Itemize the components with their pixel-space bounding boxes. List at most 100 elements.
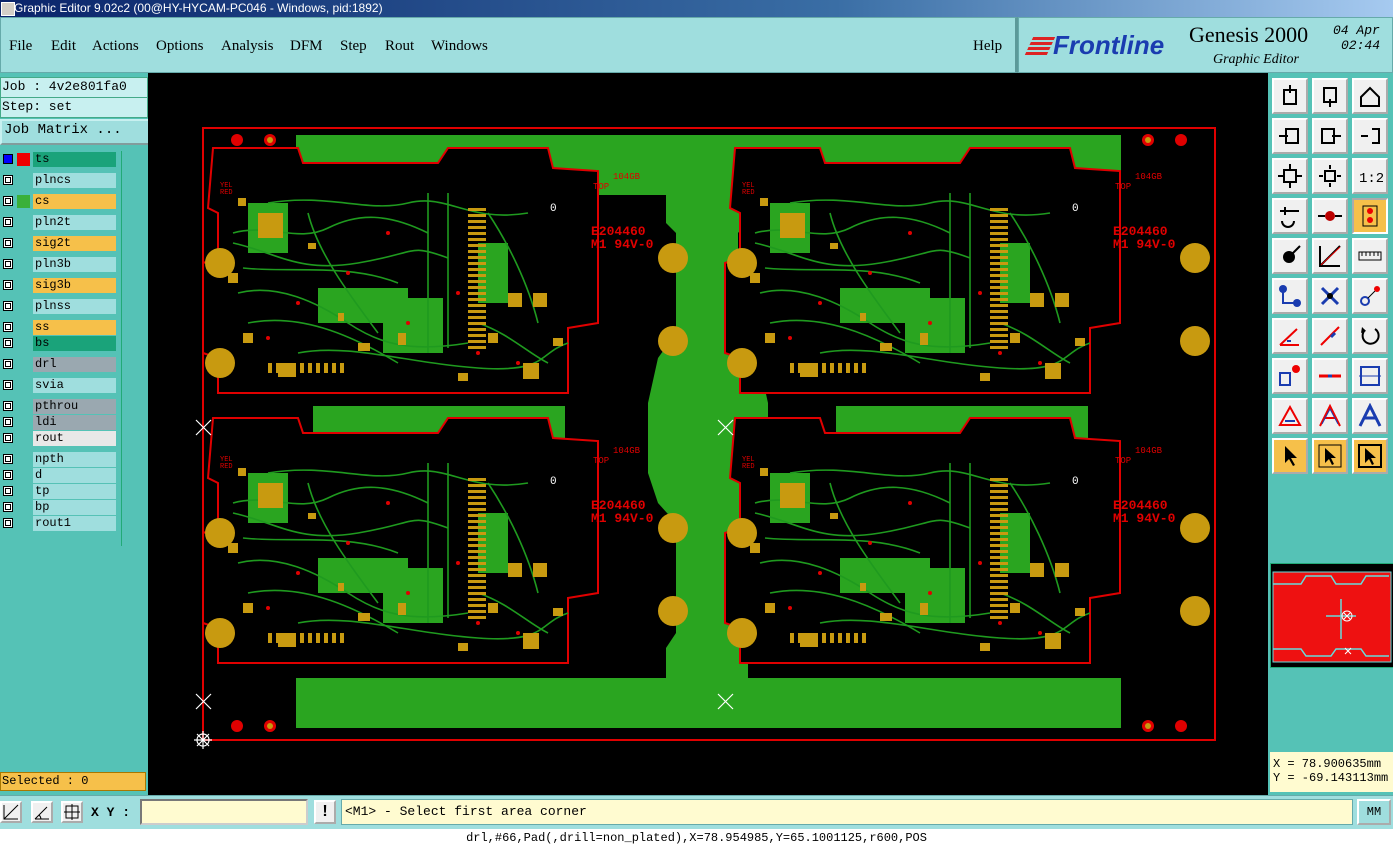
connect-nodes-button[interactable] [1272, 278, 1308, 314]
draw-line-button[interactable] [1312, 238, 1348, 274]
layer-row-pthrou[interactable]: pthrou [0, 398, 120, 415]
layer-checkbox[interactable] [3, 338, 13, 348]
distance-button[interactable] [1352, 358, 1388, 394]
layer-checkbox[interactable] [3, 433, 13, 443]
bus-pad [862, 363, 866, 373]
layer-row-sig3b[interactable]: sig3b [0, 277, 120, 294]
move-up-button[interactable] [1272, 78, 1308, 114]
layer-row-drl[interactable]: drl [0, 356, 120, 373]
pointer-button[interactable] [1272, 438, 1308, 474]
layer-checkbox[interactable] [3, 217, 13, 227]
layer-row-ss[interactable]: ss [0, 319, 120, 336]
layer-row-ts[interactable]: ts [0, 151, 120, 168]
menu-rout[interactable]: Rout [385, 38, 414, 55]
triangle-select-button[interactable] [1272, 398, 1308, 434]
layer-row-plnss[interactable]: plnss [0, 298, 120, 315]
graphic-canvas[interactable]: E204460 M1 94V-0 E204460 M1 94V-0 E20446… [148, 73, 1268, 795]
snap-mode-icon[interactable] [0, 801, 22, 823]
alert-button[interactable]: ! [314, 800, 336, 824]
layer-checkbox[interactable] [3, 280, 13, 290]
pan-tool-icon [1318, 211, 1342, 221]
layer-row-ldi[interactable]: ldi [0, 414, 120, 431]
layer-checkbox[interactable] [3, 380, 13, 390]
menu-dfm[interactable]: DFM [290, 38, 323, 55]
layer-checkbox[interactable] [3, 470, 13, 480]
pointer-frame-button[interactable] [1352, 438, 1388, 474]
move-point-button[interactable] [1352, 278, 1388, 314]
layer-checkbox[interactable] [3, 518, 13, 528]
ruler-button[interactable] [1352, 238, 1388, 274]
grid-icon[interactable] [61, 801, 83, 823]
menu-actions[interactable]: Actions [92, 38, 139, 55]
pointer-box-button[interactable] [1312, 438, 1348, 474]
layer-checkbox[interactable] [3, 322, 13, 332]
layer-checkbox[interactable] [3, 401, 13, 411]
filled-select-button[interactable] [1352, 398, 1388, 434]
rotate-button[interactable] [1352, 318, 1388, 354]
swap-button[interactable] [1352, 118, 1388, 154]
job-matrix-button[interactable]: Job Matrix ... [0, 119, 151, 145]
angle-mode-icon[interactable] [31, 801, 53, 823]
layer-row-pln3b[interactable]: pln3b [0, 256, 120, 273]
horizontal-line-button[interactable] [1312, 358, 1348, 394]
bus-pad [284, 633, 288, 643]
bus-pad [468, 232, 486, 235]
move-left-button[interactable] [1272, 118, 1308, 154]
layer-checkbox[interactable] [3, 486, 13, 496]
app-icon[interactable] [1, 2, 15, 16]
layer-row-svia[interactable]: svia [0, 377, 120, 394]
layer-row-sig2t[interactable]: sig2t [0, 235, 120, 252]
zero-marker-3: 0 [550, 476, 557, 488]
layer-row-rout[interactable]: rout [0, 430, 120, 447]
pan-tool-button[interactable] [1312, 198, 1348, 234]
layer-name: ts [33, 152, 116, 167]
layer-row-pln2t[interactable]: pln2t [0, 214, 120, 231]
move-right-button[interactable] [1312, 118, 1348, 154]
menu-windows[interactable]: Windows [431, 38, 488, 55]
zoom-center-button[interactable] [1312, 158, 1348, 194]
layer-row-bp[interactable]: bp [0, 499, 120, 516]
layer-checkbox[interactable] [3, 417, 13, 427]
xy-input[interactable] [140, 799, 308, 825]
menu-file[interactable]: File [9, 38, 32, 55]
layer-row-d[interactable]: d [0, 467, 120, 484]
layer-row-plncs[interactable]: plncs [0, 172, 120, 189]
angle-button[interactable] [1272, 318, 1308, 354]
display-color-swatch[interactable] [17, 153, 30, 166]
pick-point-button[interactable] [1272, 358, 1308, 394]
move-down-button[interactable] [1312, 78, 1348, 114]
menu-help[interactable]: Help [973, 38, 1002, 55]
pcb-drawing[interactable]: E204460 M1 94V-0 E204460 M1 94V-0 E20446… [148, 73, 1268, 795]
layer-view-button[interactable] [1352, 198, 1388, 234]
home-button[interactable] [1352, 78, 1388, 114]
settings-tool-button[interactable] [1272, 198, 1308, 234]
layer-list: ts plncs cs pln2t sig2t pln3b sig3b plnss ss bs dr… [0, 151, 122, 546]
layer-row-tp[interactable]: tp [0, 483, 120, 500]
menu-step[interactable]: Step [340, 38, 367, 55]
layer-checkbox[interactable] [3, 196, 13, 206]
snap-point-button[interactable] [1272, 238, 1308, 274]
layer-row-npth[interactable]: npth [0, 451, 120, 468]
layer-checkbox[interactable] [3, 259, 13, 269]
layer-checkbox[interactable] [3, 301, 13, 311]
layer-checkbox[interactable] [3, 359, 13, 369]
menu-edit[interactable]: Edit [51, 38, 76, 55]
layer-row-rout1[interactable]: rout1 [0, 515, 120, 532]
layer-row-bs[interactable]: bs [0, 335, 120, 352]
menu-analysis[interactable]: Analysis [221, 38, 274, 55]
bus-pad [300, 633, 304, 643]
units-button[interactable]: MM [1357, 799, 1391, 825]
layer-checkbox[interactable] [3, 238, 13, 248]
layer-checkbox[interactable] [3, 502, 13, 512]
scale-one-to-one-button[interactable]: 1:2 [1352, 158, 1388, 194]
slant-line-button[interactable] [1312, 318, 1348, 354]
zoom-fit-button[interactable] [1272, 158, 1308, 194]
measure-cross-button[interactable] [1312, 278, 1348, 314]
menu-options[interactable]: Options [156, 38, 204, 55]
layer-checkbox[interactable] [3, 175, 13, 185]
layer-checkbox[interactable] [3, 454, 13, 464]
overview-map[interactable] [1270, 563, 1393, 668]
layer-row-cs[interactable]: cs [0, 193, 120, 210]
display-color-swatch[interactable] [17, 195, 30, 208]
outline-select-button[interactable] [1312, 398, 1348, 434]
